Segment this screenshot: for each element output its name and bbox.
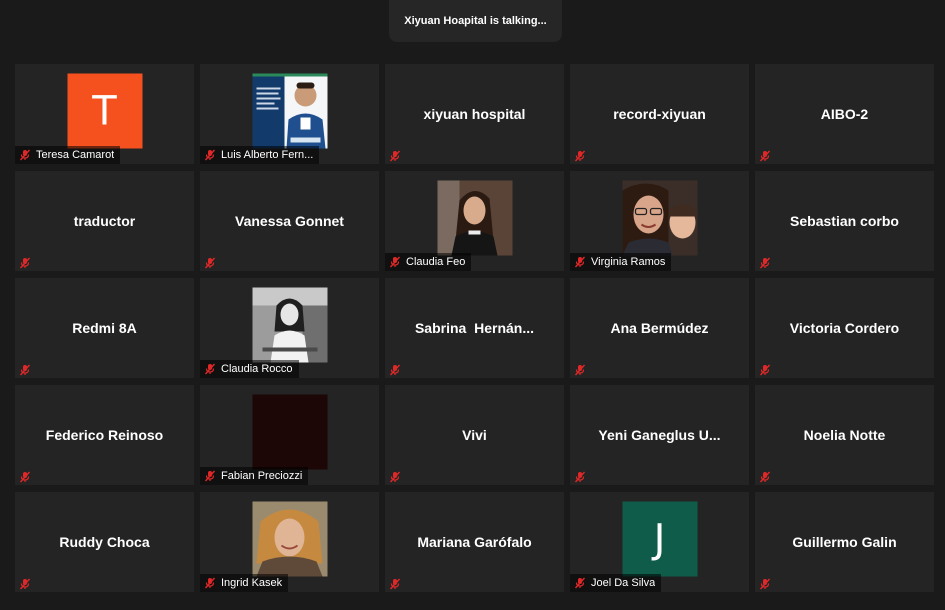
participant-name: Federico Reinoso xyxy=(45,427,164,443)
mic-muted-icon xyxy=(19,149,31,161)
participant-label: Virginia Ramos xyxy=(570,253,672,271)
mic-muted-icon xyxy=(19,257,31,269)
participant-label: Fabian Preciozzi xyxy=(200,467,309,485)
video-thumbnail xyxy=(437,180,512,256)
participant-name: Luis Alberto Fern... xyxy=(221,149,314,161)
participant-tile-virginia-ramos[interactable]: Virginia Ramos xyxy=(570,171,749,271)
active-speaker-banner: Xiyuan Hoapital is talking... xyxy=(389,0,562,42)
participant-label: Ingrid Kasek xyxy=(200,574,289,592)
participant-name: Vivi xyxy=(462,427,487,443)
mic-muted-icon xyxy=(389,578,401,590)
participant-tile-claudia-rocco[interactable]: Claudia Rocco xyxy=(200,278,379,378)
mic-muted-icon xyxy=(19,471,31,483)
participant-name: Virginia Ramos xyxy=(591,256,666,268)
mic-muted-icon xyxy=(389,256,401,268)
mic-muted-icon xyxy=(204,149,216,161)
participant-tile-fabian-preciozzi[interactable]: Fabian Preciozzi xyxy=(200,385,379,485)
mic-muted-icon xyxy=(204,577,216,589)
video-thumbnail xyxy=(252,394,327,470)
mic-muted-icon xyxy=(759,150,771,162)
participant-label: Luis Alberto Fern... xyxy=(200,146,320,164)
mic-muted-icon xyxy=(759,257,771,269)
participant-name: Redmi 8A xyxy=(72,320,137,336)
participant-label: Joel Da Silva xyxy=(570,574,662,592)
participant-name: Fabian Preciozzi xyxy=(221,470,303,482)
participant-name: Ingrid Kasek xyxy=(221,577,283,589)
mic-muted-icon xyxy=(204,470,216,482)
video-thumbnail xyxy=(252,73,327,149)
mic-muted-icon xyxy=(19,364,31,376)
participant-name: record-xiyuan xyxy=(613,106,706,122)
participant-label: Claudia Feo xyxy=(385,253,472,271)
mic-muted-icon xyxy=(204,363,216,375)
video-thumbnail xyxy=(252,287,327,363)
mic-muted-icon xyxy=(389,364,401,376)
mic-muted-icon xyxy=(574,577,586,589)
participant-label: Claudia Rocco xyxy=(200,360,299,378)
participant-tile-noelia-notte[interactable]: Noelia Notte xyxy=(755,385,934,485)
participant-tile-vanessa-gonnet[interactable]: Vanessa Gonnet xyxy=(200,171,379,271)
gallery-grid: T Teresa Camarot Luis Alberto Fern... xi… xyxy=(15,64,934,592)
participant-tile-aibo-2[interactable]: AIBO-2 xyxy=(755,64,934,164)
participant-tile-yeni-ganeglus[interactable]: Yeni Ganeglus U... xyxy=(570,385,749,485)
participant-tile-ruddy-choca[interactable]: Ruddy Choca xyxy=(15,492,194,592)
participant-tile-redmi-8a[interactable]: Redmi 8A xyxy=(15,278,194,378)
participant-name: Yeni Ganeglus U... xyxy=(598,427,721,443)
active-speaker-text: Xiyuan Hoapital is talking... xyxy=(404,15,547,27)
participant-name: Teresa Camarot xyxy=(36,149,115,161)
participant-name: Ruddy Choca xyxy=(59,534,150,550)
participant-name: Noelia Notte xyxy=(803,427,886,443)
participant-tile-teresa-camarot[interactable]: T Teresa Camarot xyxy=(15,64,194,164)
participant-name: Sabrina Hernán... xyxy=(414,320,535,336)
mic-muted-icon xyxy=(204,257,216,269)
participant-name: Claudia Feo xyxy=(406,256,466,268)
mic-muted-icon xyxy=(574,256,586,268)
participant-tile-joel-da-silva[interactable]: J Joel Da Silva xyxy=(570,492,749,592)
participant-tile-traductor[interactable]: traductor xyxy=(15,171,194,271)
mic-muted-icon xyxy=(19,578,31,590)
participant-name: Mariana Garófalo xyxy=(417,534,532,550)
participant-name: Vanessa Gonnet xyxy=(235,213,344,229)
participant-tile-claudia-feo[interactable]: Claudia Feo xyxy=(385,171,564,271)
mic-muted-icon xyxy=(759,471,771,483)
participant-tile-victoria-cordero[interactable]: Victoria Cordero xyxy=(755,278,934,378)
participant-tile-federico-reinoso[interactable]: Federico Reinoso xyxy=(15,385,194,485)
participant-tile-xiyuan-hospital[interactable]: xiyuan hospital xyxy=(385,64,564,164)
participant-tile-ingrid-kasek[interactable]: Ingrid Kasek xyxy=(200,492,379,592)
video-thumbnail xyxy=(622,180,697,256)
mic-muted-icon xyxy=(574,150,586,162)
participant-name: Victoria Cordero xyxy=(789,320,900,336)
participant-name: Sebastian corbo xyxy=(790,213,899,229)
avatar-initial: T xyxy=(67,73,142,149)
participant-name: AIBO-2 xyxy=(820,106,869,122)
mic-muted-icon xyxy=(574,471,586,483)
participant-name: traductor xyxy=(73,213,136,229)
participant-label: Teresa Camarot xyxy=(15,146,121,164)
avatar-initial: J xyxy=(622,501,697,577)
participant-tile-guillermo-galin[interactable]: Guillermo Galin xyxy=(755,492,934,592)
mic-muted-icon xyxy=(574,364,586,376)
participant-name: Ana Bermúdez xyxy=(610,320,709,336)
mic-muted-icon xyxy=(759,364,771,376)
participant-tile-luis-alberto[interactable]: Luis Alberto Fern... xyxy=(200,64,379,164)
participant-name: Claudia Rocco xyxy=(221,363,293,375)
participant-name: xiyuan hospital xyxy=(423,106,526,122)
participant-name: Guillermo Galin xyxy=(792,534,897,550)
participant-tile-mariana-garofalo[interactable]: Mariana Garófalo xyxy=(385,492,564,592)
video-thumbnail xyxy=(252,501,327,577)
participant-name: Joel Da Silva xyxy=(591,577,656,589)
participant-tile-record-xiyuan[interactable]: record-xiyuan xyxy=(570,64,749,164)
mic-muted-icon xyxy=(389,150,401,162)
mic-muted-icon xyxy=(389,471,401,483)
participant-tile-ana-bermudez[interactable]: Ana Bermúdez xyxy=(570,278,749,378)
participant-tile-vivi[interactable]: Vivi xyxy=(385,385,564,485)
participant-tile-sebastian-corbo[interactable]: Sebastian corbo xyxy=(755,171,934,271)
participant-tile-sabrina-hernan[interactable]: Sabrina Hernán... xyxy=(385,278,564,378)
mic-muted-icon xyxy=(759,578,771,590)
